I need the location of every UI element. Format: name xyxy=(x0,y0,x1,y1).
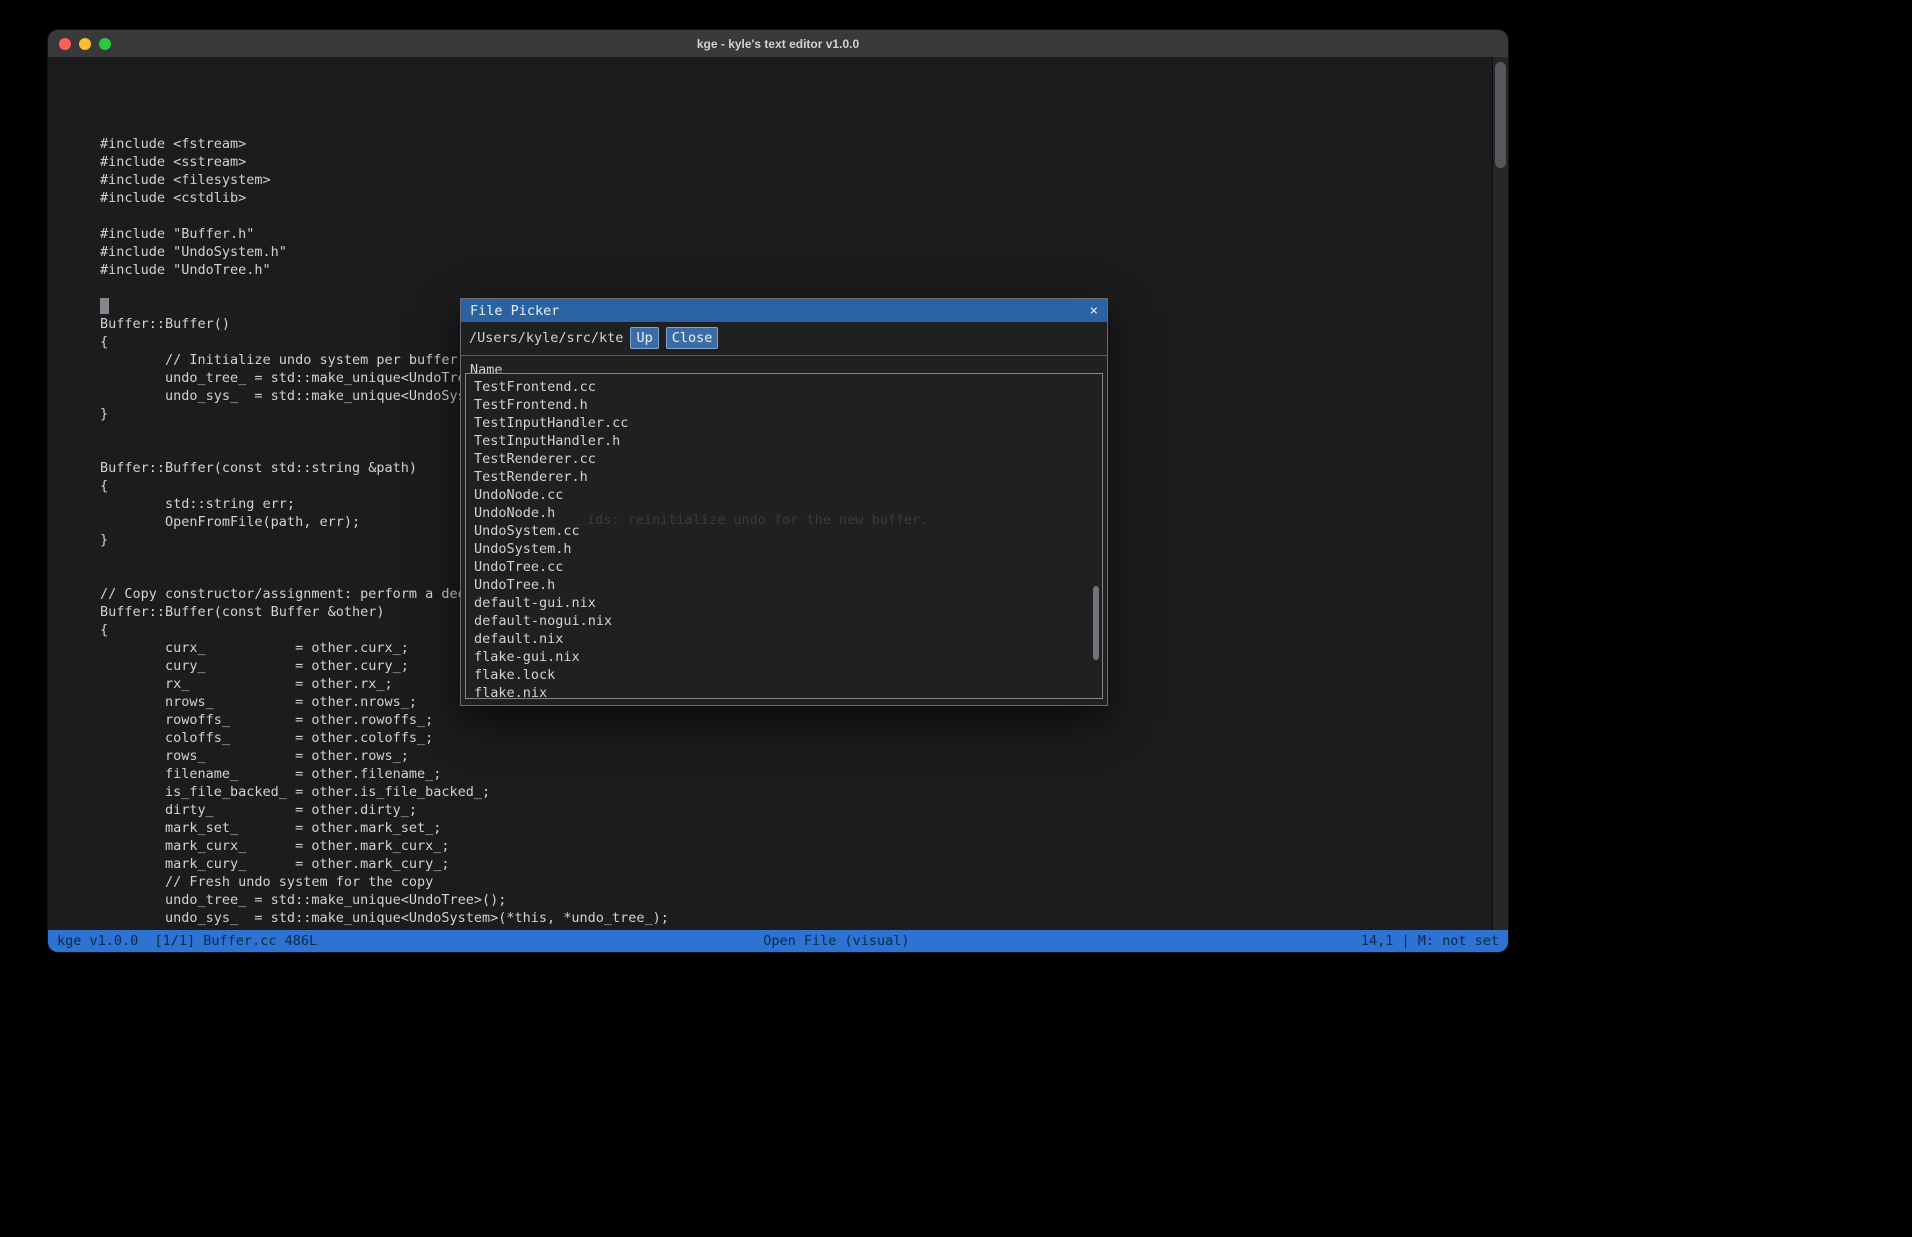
code-line: coloffs_ = other.coloffs_; xyxy=(100,729,669,747)
code-line: undo_tree_ = std::make_unique<UndoTree>(… xyxy=(100,891,669,909)
code-line: // Fresh undo system for the copy xyxy=(100,873,669,891)
status-left: kge v1.0.0 [1/1] Buffer.cc 486L xyxy=(57,930,317,952)
dialog-titlebar[interactable]: File Picker × xyxy=(461,299,1107,322)
file-row[interactable]: UndoNode.h xyxy=(466,504,1102,522)
code-line: undo_sys_ = std::make_unique<UndoSystem>… xyxy=(100,909,669,927)
text-cursor xyxy=(100,298,109,314)
code-line: mark_set_ = other.mark_set_; xyxy=(100,819,669,837)
code-line: is_file_backed_ = other.is_file_backed_; xyxy=(100,783,669,801)
file-row[interactable]: TestRenderer.h xyxy=(466,468,1102,486)
file-row[interactable]: UndoTree.h xyxy=(466,576,1102,594)
file-row[interactable]: UndoSystem.cc xyxy=(466,522,1102,540)
code-line: rowoffs_ = other.rowoffs_; xyxy=(100,711,669,729)
file-row[interactable]: flake.nix xyxy=(466,684,1102,699)
editor-scrollbar-thumb[interactable] xyxy=(1495,62,1506,168)
code-line: #include <cstdlib> xyxy=(100,189,669,207)
status-bar: kge v1.0.0 [1/1] Buffer.cc 486L Open Fil… xyxy=(48,930,1508,952)
status-center: Open File (visual) xyxy=(763,930,909,952)
dialog-title: File Picker xyxy=(470,303,559,319)
code-line: dirty_ = other.dirty_; xyxy=(100,801,669,819)
current-path: /Users/kyle/src/kte xyxy=(469,330,623,346)
file-row[interactable]: default-gui.nix xyxy=(466,594,1102,612)
window-title: kge - kyle's text editor v1.0.0 xyxy=(48,37,1508,51)
code-line: #include "UndoTree.h" xyxy=(100,261,669,279)
file-list-scrollbar-thumb[interactable] xyxy=(1093,586,1099,660)
file-row[interactable]: flake-gui.nix xyxy=(466,648,1102,666)
close-button[interactable]: Close xyxy=(666,327,719,349)
file-list-rows: TestFrontend.ccTestFrontend.hTestInputHa… xyxy=(466,378,1102,699)
code-line: mark_cury_ = other.mark_cury_; xyxy=(100,855,669,873)
file-picker-dialog: File Picker × /Users/kyle/src/kte Up Clo… xyxy=(460,298,1108,706)
file-row[interactable]: UndoSystem.h xyxy=(466,540,1102,558)
code-line: mark_curx_ = other.mark_curx_; xyxy=(100,837,669,855)
editor-scrollbar[interactable] xyxy=(1492,57,1508,930)
window-titlebar[interactable]: kge - kyle's text editor v1.0.0 xyxy=(48,30,1508,57)
file-row[interactable]: UndoTree.cc xyxy=(466,558,1102,576)
file-row[interactable]: default-nogui.nix xyxy=(466,612,1102,630)
file-row[interactable]: TestFrontend.cc xyxy=(466,378,1102,396)
code-line: rows_ = other.rows_; xyxy=(100,747,669,765)
code-line: #include "UndoSystem.h" xyxy=(100,243,669,261)
code-line: #include <fstream> xyxy=(100,135,669,153)
file-row[interactable]: flake.lock xyxy=(466,666,1102,684)
code-line: #include "Buffer.h" xyxy=(100,225,669,243)
status-right: 14,1 | M: not set xyxy=(1361,930,1499,952)
file-row[interactable]: default.nix xyxy=(466,630,1102,648)
file-list[interactable]: TestFrontend.ccTestFrontend.hTestInputHa… xyxy=(465,373,1103,699)
code-line xyxy=(100,279,669,297)
up-button[interactable]: Up xyxy=(630,327,658,349)
file-row[interactable]: TestInputHandler.cc xyxy=(466,414,1102,432)
code-line: #include <filesystem> xyxy=(100,171,669,189)
editor-window: kge - kyle's text editor v1.0.0 #include… xyxy=(48,30,1508,952)
file-row[interactable]: TestInputHandler.h xyxy=(466,432,1102,450)
code-line: #include <sstream> xyxy=(100,153,669,171)
dialog-close-icon[interactable]: × xyxy=(1090,304,1098,318)
code-line: filename_ = other.filename_; xyxy=(100,765,669,783)
file-row[interactable]: TestRenderer.cc xyxy=(466,450,1102,468)
file-row[interactable]: TestFrontend.h xyxy=(466,396,1102,414)
dialog-path-row: /Users/kyle/src/kte Up Close xyxy=(461,322,1107,356)
file-row[interactable]: UndoNode.cc xyxy=(466,486,1102,504)
code-line xyxy=(100,207,669,225)
